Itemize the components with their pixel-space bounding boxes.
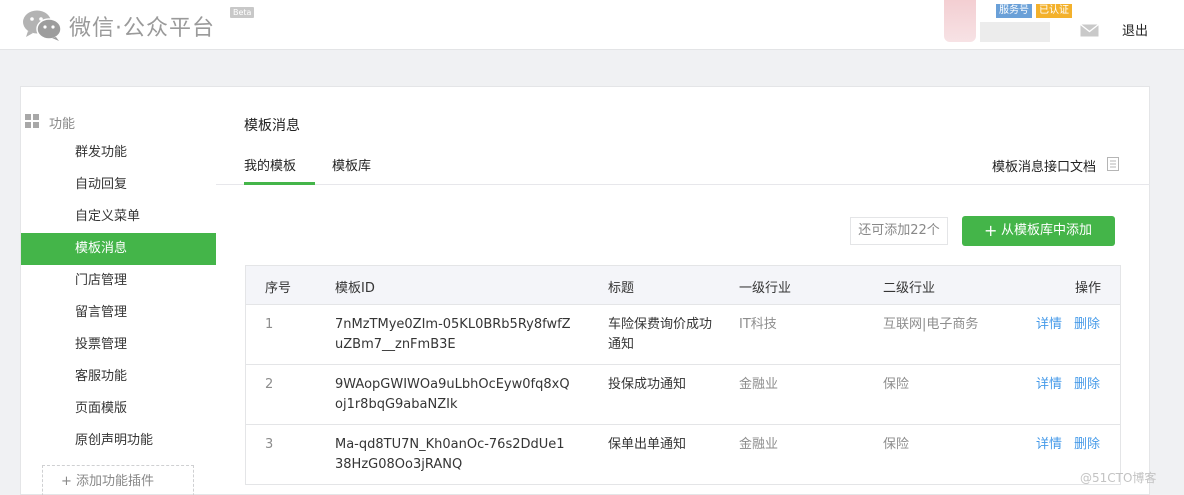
verified-badge: 已认证: [1036, 4, 1072, 18]
row-industry-2: 保险: [883, 437, 910, 452]
table-header: 序号 模板ID 标题 一级行业 二级行业 操作: [246, 266, 1120, 305]
sidebar-item-page-template[interactable]: 页面模版: [21, 393, 217, 425]
logout-link[interactable]: 退出: [1122, 20, 1148, 39]
table-row: 3 Ma-qd8TU7N_Kh0anOc-76s2DdUe1 38HzG08Oo…: [246, 425, 1120, 485]
row-no: 3: [265, 437, 274, 452]
row-industry-1: 金融业: [739, 377, 779, 392]
sidebar-item-store-management[interactable]: 门店管理: [21, 265, 217, 297]
tab-my-templates[interactable]: 我的模板: [244, 155, 315, 185]
brand-title: 微信·公众平台: [69, 16, 215, 41]
tab-bar: 我的模板 模板库 模板消息接口文档: [216, 147, 1150, 185]
account-name-blurred: [980, 22, 1050, 42]
mail-icon[interactable]: [1080, 24, 1099, 37]
row-template-id: Ma-qd8TU7N_Kh0anOc-76s2DdUe1 38HzG08Oo3j…: [335, 435, 585, 475]
sidebar-item-vote-management[interactable]: 投票管理: [21, 329, 217, 361]
row-title: 保单出单通知: [608, 437, 687, 452]
grid-icon: [25, 114, 39, 128]
table-row: 1 7nMzTMye0ZIm-05KL0BRb5Ry8fwfZ uZBm7__z…: [246, 305, 1120, 365]
sidebar-section-title: 功能: [25, 113, 76, 132]
add-button-label: 从模板库中添加: [1001, 223, 1093, 238]
sidebar-section-label: 功能: [49, 117, 76, 132]
row-title: 车险保费询价成功通知: [608, 317, 713, 352]
detail-link[interactable]: 详情: [1036, 315, 1062, 335]
header-industry-1: 一级行业: [739, 281, 792, 296]
row-industry-1: IT科技: [739, 317, 777, 332]
header-template-id: 模板ID: [335, 281, 375, 296]
delete-link[interactable]: 删除: [1074, 375, 1100, 395]
service-account-badge: 服务号: [996, 4, 1032, 18]
row-template-id-line2: 38HzG08Oo3jRANQ: [335, 457, 463, 472]
row-no: 2: [265, 377, 274, 392]
add-plugin-button[interactable]: + 添加功能插件: [42, 465, 194, 495]
tab-template-library[interactable]: 模板库: [332, 155, 371, 185]
beta-badge: Beta: [230, 7, 255, 18]
main-panel: 模板消息 我的模板 模板库 模板消息接口文档 还可添加22个 + 从模板库中添加…: [216, 86, 1150, 495]
sidebar-item-auto-reply[interactable]: 自动回复: [21, 169, 217, 201]
detail-link[interactable]: 详情: [1036, 435, 1062, 455]
document-icon[interactable]: [1107, 157, 1119, 171]
sidebar-item-mass-send[interactable]: 群发功能: [21, 137, 217, 169]
row-template-id-line1: 7nMzTMye0ZIm-05KL0BRb5Ry8fwfZ: [335, 317, 571, 332]
wechat-logo-icon: [23, 10, 62, 41]
row-industry-2: 互联网|电子商务: [883, 317, 979, 332]
row-no: 1: [265, 317, 274, 332]
sidebar: 功能 群发功能 自动回复 自定义菜单 模板消息 门店管理 留言管理 投票管理 客…: [20, 86, 217, 495]
watermark: @51CTO博客: [1080, 471, 1157, 485]
header-actions: 操作: [1075, 281, 1102, 296]
remaining-count: 还可添加22个: [850, 217, 948, 245]
add-from-library-button[interactable]: + 从模板库中添加: [962, 216, 1115, 246]
row-template-id-line2: uZBm7__znFmB3E: [335, 337, 456, 352]
sidebar-item-comment-management[interactable]: 留言管理: [21, 297, 217, 329]
row-template-id-line1: 9WAopGWIWOa9uLbhOcEyw0fq8xQ: [335, 377, 570, 392]
delete-link[interactable]: 删除: [1074, 315, 1100, 335]
header-title: 标题: [608, 281, 635, 296]
sidebar-item-original-declaration[interactable]: 原创声明功能: [21, 425, 217, 457]
template-table: 序号 模板ID 标题 一级行业 二级行业 操作 1 7nMzTMye0ZIm-0…: [245, 265, 1121, 485]
row-template-id: 7nMzTMye0ZIm-05KL0BRb5Ry8fwfZ uZBm7__znF…: [335, 315, 585, 355]
row-industry-2: 保险: [883, 377, 910, 392]
detail-link[interactable]: 详情: [1036, 375, 1062, 395]
delete-link[interactable]: 删除: [1074, 435, 1100, 455]
page-title: 模板消息: [244, 118, 300, 134]
table-row: 2 9WAopGWIWOa9uLbhOcEyw0fq8xQ oj1r8bqG9a…: [246, 365, 1120, 425]
sidebar-item-custom-menu[interactable]: 自定义菜单: [21, 201, 217, 233]
row-industry-1: 金融业: [739, 437, 779, 452]
row-template-id-line1: Ma-qd8TU7N_Kh0anOc-76s2DdUe1: [335, 437, 565, 452]
avatar[interactable]: [944, 0, 976, 42]
row-template-id-line2: oj1r8bqG9abaNZIk: [335, 397, 458, 412]
top-header: 微信·公众平台 Beta 服务号 已认证 退出: [0, 0, 1184, 50]
row-title: 投保成功通知: [608, 377, 687, 392]
api-doc-link[interactable]: 模板消息接口文档: [992, 156, 1096, 175]
header-no: 序号: [265, 281, 292, 296]
sidebar-item-customer-service[interactable]: 客服功能: [21, 361, 217, 393]
sidebar-item-template-message[interactable]: 模板消息: [21, 233, 217, 265]
row-template-id: 9WAopGWIWOa9uLbhOcEyw0fq8xQ oj1r8bqG9aba…: [335, 375, 585, 415]
header-industry-2: 二级行业: [883, 281, 936, 296]
plus-icon: +: [984, 221, 998, 240]
